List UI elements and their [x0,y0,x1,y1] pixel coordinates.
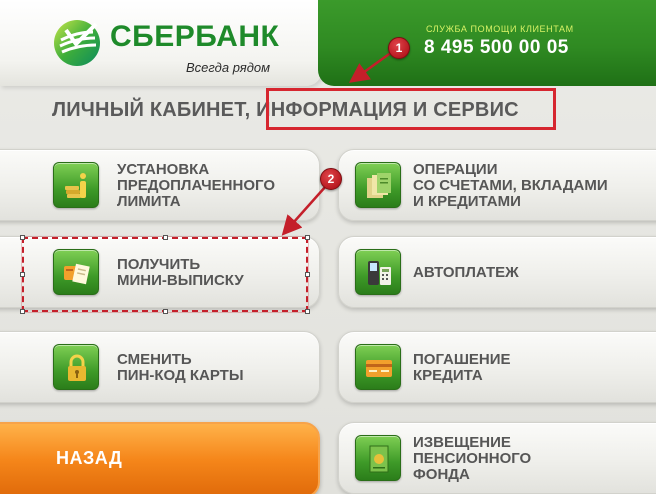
button-label: СМЕНИТЬ ПИН-КОД КАРТЫ [117,351,244,384]
folders-icon [355,162,401,208]
receipt-card-icon [53,249,99,295]
button-accounts-deposits-loans[interactable]: ОПЕРАЦИИ СО СЧЕТАМИ, ВКЛАДАМИ И КРЕДИТАМ… [338,149,656,221]
button-label: ПОЛУЧИТЬ МИНИ-ВЫПИСКУ [117,256,244,289]
button-label: ИЗВЕЩЕНИЕ ПЕНСИОННОГО ФОНДА [413,434,532,483]
back-button[interactable]: НАЗАД [0,422,320,494]
button-set-prepaid-limit[interactable]: УСТАНОВКА ПРЕДОПЛАЧЕННОГО ЛИМИТА [0,149,320,221]
helpdesk-phone: 8 495 500 00 05 [424,37,569,58]
sberbank-logo-icon [54,20,100,66]
button-pension-fund-notice[interactable]: ИЗВЕЩЕНИЕ ПЕНСИОННОГО ФОНДА [338,422,656,494]
document-icon [355,435,401,481]
info-coins-icon [53,162,99,208]
helpdesk-label: СЛУЖБА ПОМОЩИ КЛИЕНТАМ [426,24,574,34]
back-button-label: НАЗАД [56,448,123,468]
button-loan-repayment[interactable]: ПОГАШЕНИЕ КРЕДИТА [338,331,656,403]
page-title: ЛИЧНЫЙ КАБИНЕТ, ИНФОРМАЦИЯ И СЕРВИС [52,99,519,121]
button-label: АВТОПЛАТЕЖ [413,264,519,281]
button-label: УСТАНОВКА ПРЕДОПЛАЧЕННОГО ЛИМИТА [117,161,275,210]
button-get-mini-statement[interactable]: ПОЛУЧИТЬ МИНИ-ВЫПИСКУ [0,236,320,308]
brand-name: СБЕРБАНК [110,20,280,53]
button-autopayment[interactable]: АВТОПЛАТЕЖ [338,236,656,308]
resize-handle [163,309,168,314]
brand-slogan: Всегда рядом [186,60,271,75]
button-label: ПОГАШЕНИЕ КРЕДИТА [413,351,511,384]
padlock-icon [53,344,99,390]
header-brand-panel: СБЕРБАНК Всегда рядом [0,0,322,86]
button-label: ОПЕРАЦИИ СО СЧЕТАМИ, ВКЛАДАМИ И КРЕДИТАМ… [413,161,608,210]
credit-card-icon [355,344,401,390]
resize-handle [20,309,25,314]
phone-calculator-icon [355,249,401,295]
button-change-pin[interactable]: СМЕНИТЬ ПИН-КОД КАРТЫ [0,331,320,403]
resize-handle [305,309,310,314]
